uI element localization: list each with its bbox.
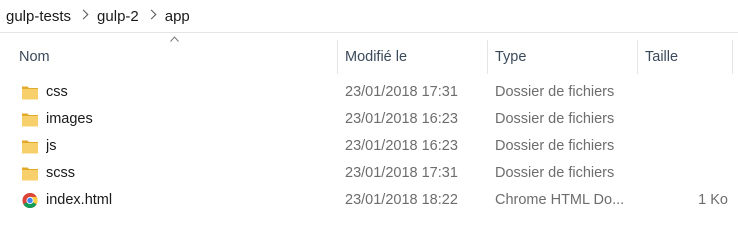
breadcrumb: gulp-tests gulp-2 app <box>0 0 738 33</box>
file-size <box>640 79 728 106</box>
column-header-size[interactable]: Taille <box>637 40 732 74</box>
folder-icon <box>22 113 38 127</box>
file-size: 1 Ko <box>698 192 728 208</box>
file-modified: 23/01/2018 17:31 <box>345 165 458 181</box>
file-type: Chrome HTML Do... <box>495 192 625 208</box>
breadcrumb-item-gulp-tests[interactable]: gulp-tests <box>4 6 73 27</box>
column-header-row: Nom Modifié le Type Taille <box>0 40 738 74</box>
file-type: Dossier de fichiers <box>495 111 615 127</box>
list-item[interactable]: js 23/01/2018 16:23 Dossier de fichiers <box>0 133 738 160</box>
breadcrumb-item-app[interactable]: app <box>163 6 192 27</box>
file-type: Dossier de fichiers <box>495 84 615 100</box>
file-name: scss <box>46 165 75 181</box>
file-size <box>640 133 728 160</box>
file-modified: 23/01/2018 17:31 <box>345 84 458 100</box>
file-list: css 23/01/2018 17:31 Dossier de fichiers… <box>0 79 738 214</box>
file-modified: 23/01/2018 18:22 <box>345 192 458 208</box>
chevron-right-icon[interactable] <box>141 9 163 23</box>
folder-icon <box>22 86 38 100</box>
folder-icon <box>22 140 38 154</box>
file-name: css <box>46 84 68 100</box>
file-modified: 23/01/2018 16:23 <box>345 138 458 154</box>
file-type: Dossier de fichiers <box>495 165 615 181</box>
file-name: js <box>46 138 57 154</box>
folder-icon <box>22 167 38 181</box>
file-explorer: gulp-tests gulp-2 app Nom Modifié le Typ… <box>0 0 738 235</box>
file-size <box>640 160 728 187</box>
chevron-right-icon[interactable] <box>73 9 95 23</box>
file-name: images <box>46 111 93 127</box>
column-header-type[interactable]: Type <box>487 40 637 74</box>
column-header-name[interactable]: Nom <box>11 40 337 74</box>
file-modified: 23/01/2018 16:23 <box>345 111 458 127</box>
list-item[interactable]: index.html 23/01/2018 18:22 Chrome HTML … <box>0 187 738 214</box>
column-divider[interactable] <box>732 40 733 74</box>
list-item[interactable]: scss 23/01/2018 17:31 Dossier de fichier… <box>0 160 738 187</box>
file-name: index.html <box>46 192 113 208</box>
chrome-icon <box>22 192 38 209</box>
column-header-modified[interactable]: Modifié le <box>337 40 487 74</box>
breadcrumb-item-gulp-2[interactable]: gulp-2 <box>95 6 141 27</box>
list-item[interactable]: images 23/01/2018 16:23 Dossier de fichi… <box>0 106 738 133</box>
file-size <box>640 106 728 133</box>
file-type: Dossier de fichiers <box>495 138 615 154</box>
list-item[interactable]: css 23/01/2018 17:31 Dossier de fichiers <box>0 79 738 106</box>
